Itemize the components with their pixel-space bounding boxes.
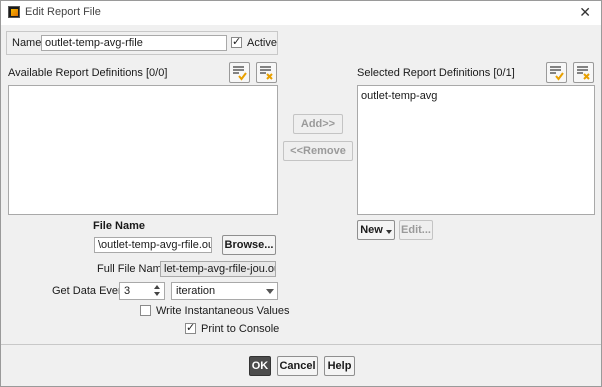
- browse-button[interactable]: Browse...: [222, 235, 276, 255]
- get-data-every-label: Get Data Every: [52, 285, 128, 297]
- name-label: Name: [12, 37, 42, 49]
- ok-button[interactable]: OK: [249, 356, 271, 376]
- selected-definitions-label: Selected Report Definitions [0/1]: [357, 67, 515, 79]
- get-data-every-value: 3: [124, 285, 131, 297]
- available-definitions-label: Available Report Definitions [0/0]: [8, 67, 168, 79]
- new-button[interactable]: New: [357, 220, 395, 240]
- selected-definitions-list[interactable]: outlet-temp-avg: [357, 85, 595, 215]
- active-label: Active: [247, 37, 277, 49]
- available-definitions-list[interactable]: [8, 85, 278, 215]
- edit-report-file-dialog: Edit Report File ✕ Name outlet-temp-avg-…: [0, 0, 602, 387]
- deselect-all-icon: [260, 66, 273, 80]
- print-to-console-label: Print to Console: [201, 323, 280, 335]
- deselect-all-icon: [577, 66, 590, 80]
- print-to-console-checkbox[interactable]: [185, 321, 196, 334]
- edit-button[interactable]: Edit...: [399, 220, 433, 240]
- selected-select-all-button[interactable]: [546, 62, 567, 83]
- get-data-every-stepper[interactable]: 3: [119, 282, 165, 300]
- cancel-button[interactable]: Cancel: [277, 356, 318, 376]
- spinner-arrows-icon[interactable]: [153, 284, 162, 298]
- app-icon: [8, 6, 20, 18]
- add-button[interactable]: Add>>: [293, 114, 343, 134]
- file-name-input[interactable]: \outlet-temp-avg-rfile.out: [94, 237, 212, 253]
- file-name-heading: File Name: [93, 220, 145, 232]
- footer-divider: [1, 344, 601, 345]
- full-file-name-field: let-temp-avg-rfile-jou.out: [160, 261, 276, 277]
- name-input[interactable]: outlet-temp-avg-rfile: [41, 35, 227, 51]
- new-button-label: New: [360, 224, 383, 236]
- close-icon[interactable]: ✕: [579, 4, 591, 20]
- full-file-name-label: Full File Name: [97, 263, 168, 275]
- window-title: Edit Report File: [25, 6, 101, 18]
- write-instantaneous-checkbox[interactable]: [140, 305, 151, 316]
- write-instantaneous-label: Write Instantaneous Values: [156, 305, 290, 317]
- chevron-down-icon: [385, 230, 392, 234]
- help-button[interactable]: Help: [324, 356, 355, 376]
- get-data-unit-value: iteration: [176, 285, 216, 297]
- list-item[interactable]: outlet-temp-avg: [361, 90, 437, 102]
- select-all-icon: [550, 66, 564, 81]
- selected-deselect-all-button[interactable]: [573, 62, 594, 83]
- available-select-all-button[interactable]: [229, 62, 250, 83]
- title-bar: Edit Report File ✕: [1, 1, 601, 25]
- get-data-unit-select[interactable]: iteration: [171, 282, 278, 300]
- remove-button[interactable]: <<Remove: [283, 141, 353, 161]
- available-deselect-all-button[interactable]: [256, 62, 277, 83]
- active-checkbox[interactable]: [231, 35, 242, 48]
- chevron-down-icon: [266, 289, 274, 294]
- select-all-icon: [233, 66, 247, 81]
